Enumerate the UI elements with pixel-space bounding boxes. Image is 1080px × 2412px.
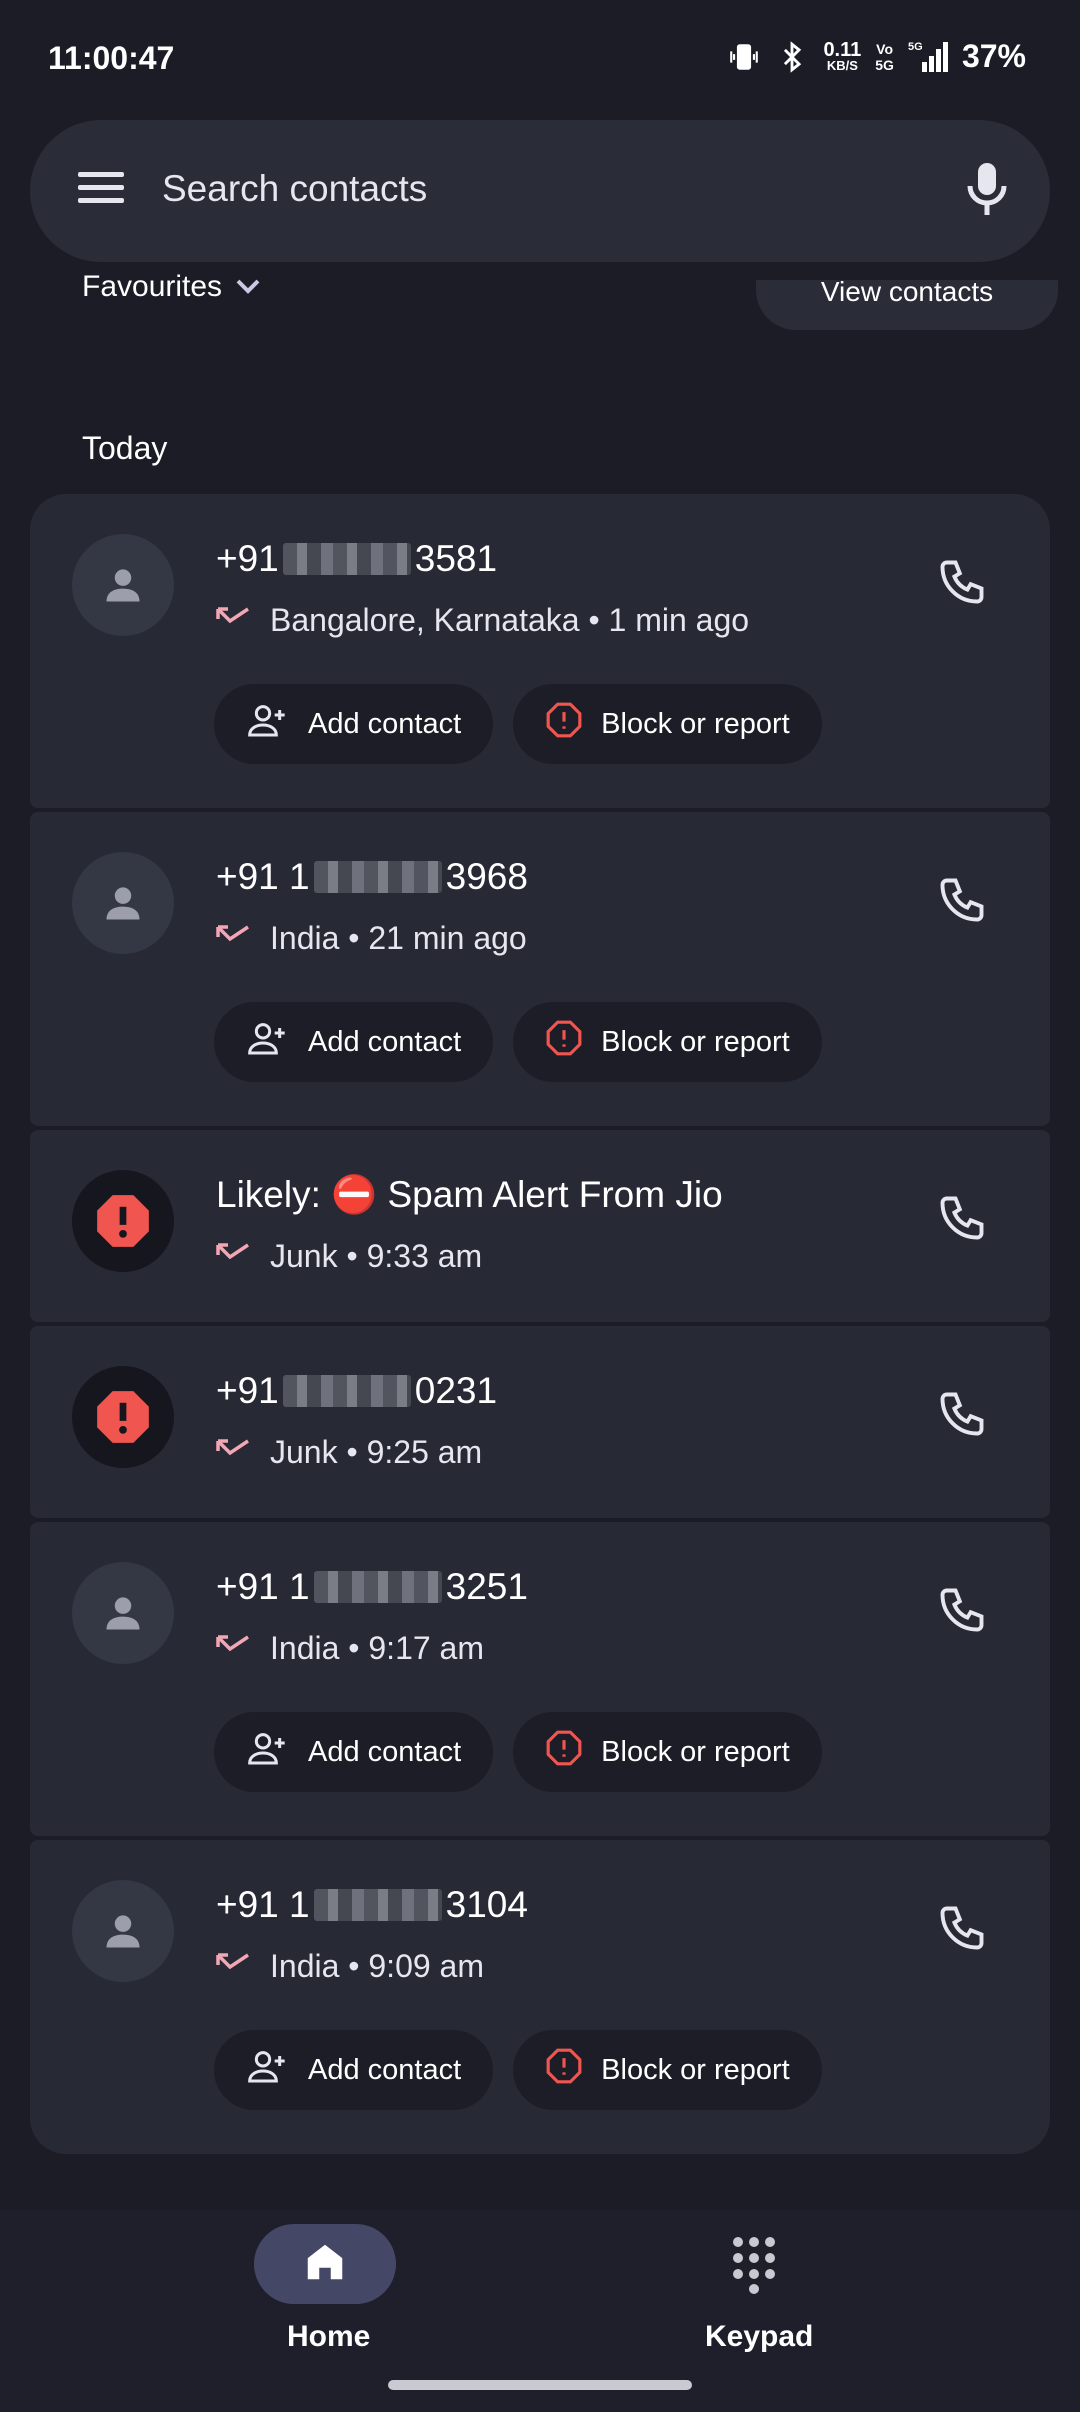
- report-octagon-icon: [545, 1019, 583, 1065]
- call-log-item[interactable]: +91 1 3104 India • 9:09 am Add contact Bl…: [30, 1840, 1050, 2154]
- spam-avatar: [72, 1170, 174, 1272]
- missed-call-icon: [216, 920, 250, 957]
- caller-number: +91 3581: [216, 538, 498, 579]
- call-phone-icon[interactable]: [936, 556, 988, 613]
- call-phone-icon[interactable]: [936, 874, 988, 931]
- call-log-item[interactable]: Likely: ⛔ Spam Alert From Jio Junk • 9:3…: [30, 1130, 1050, 1322]
- nav-home-button[interactable]: [254, 2224, 396, 2304]
- add-person-icon: [246, 1018, 290, 1066]
- report-octagon-icon: [545, 701, 583, 747]
- caller-number: +91 1 3968: [216, 856, 528, 897]
- missed-call-icon: [216, 602, 250, 639]
- add-contact-button[interactable]: Add contact: [214, 1002, 494, 1082]
- add-contact-button[interactable]: Add contact: [214, 2030, 494, 2110]
- chevron-down-icon: [234, 270, 262, 304]
- avatar: [72, 534, 174, 636]
- keypad-icon[interactable]: [730, 2234, 778, 2299]
- redacted-digits: [282, 543, 411, 575]
- redacted-digits: [313, 1571, 442, 1603]
- call-phone-icon[interactable]: [936, 1584, 988, 1641]
- signal-icon: 5G: [908, 40, 948, 74]
- svg-text:5G: 5G: [908, 41, 923, 53]
- call-details: India • 9:09 am: [216, 1948, 484, 1985]
- missed-call-icon: [216, 1434, 250, 1471]
- net-speed: 0.11 KB/S: [823, 39, 862, 73]
- report-octagon-icon: [545, 2047, 583, 2093]
- nav-home-label[interactable]: Home: [287, 2320, 370, 2354]
- block-report-button[interactable]: Block or report: [513, 2030, 822, 2110]
- caller-number: +91 1 3104: [216, 1884, 528, 1925]
- missed-call-icon: [216, 1948, 250, 1985]
- call-log-item[interactable]: +91 1 3251 India • 9:17 am Add contact Bl…: [30, 1522, 1050, 1836]
- call-log-item[interactable]: +91 1 3968 India • 21 min ago Add contact…: [30, 812, 1050, 1126]
- call-details: Junk • 9:25 am: [216, 1434, 482, 1471]
- report-octagon-icon: [545, 1729, 583, 1775]
- add-contact-button[interactable]: Add contact: [214, 1712, 494, 1792]
- status-bar: 11:00:47 0.11 KB/S Vo 5G 5G 37%: [0, 0, 1080, 120]
- status-icons: 0.11 KB/S Vo 5G 5G 37%: [727, 38, 1026, 75]
- section-title-today: Today: [82, 430, 168, 466]
- block-report-button[interactable]: Block or report: [513, 684, 822, 764]
- call-phone-icon[interactable]: [936, 1388, 988, 1445]
- menu-icon[interactable]: [78, 168, 124, 213]
- favourites-label: Favourites: [82, 270, 223, 303]
- redacted-digits: [313, 1889, 442, 1921]
- gesture-home-bar[interactable]: [388, 2380, 692, 2390]
- search-input[interactable]: Search contacts: [162, 168, 427, 210]
- call-details: Bangalore, Karnataka • 1 min ago: [216, 602, 749, 639]
- call-log-item[interactable]: +91 3581 Bangalore, Karnataka • 1 min ago…: [30, 494, 1050, 808]
- call-phone-icon[interactable]: [936, 1902, 988, 1959]
- battery-level: 37%: [961, 38, 1026, 74]
- call-details: India • 9:17 am: [216, 1630, 484, 1667]
- add-contact-button[interactable]: Add contact: [214, 684, 494, 764]
- add-person-icon: [246, 1728, 290, 1776]
- microphone-icon[interactable]: [966, 160, 1008, 223]
- vibrate-icon: [727, 40, 761, 74]
- avatar: [72, 1880, 174, 1982]
- missed-call-icon: [216, 1238, 250, 1275]
- favourites-toggle[interactable]: Favourites: [82, 270, 262, 304]
- avatar: [72, 1562, 174, 1664]
- add-person-icon: [246, 2046, 290, 2094]
- bluetooth-icon: [775, 40, 809, 74]
- missed-call-icon: [216, 1630, 250, 1667]
- search-bar[interactable]: Search contacts: [30, 120, 1050, 262]
- redacted-digits: [282, 1375, 411, 1407]
- nav-keypad-label[interactable]: Keypad: [705, 2320, 813, 2354]
- status-time: 11:00:47: [48, 40, 175, 76]
- call-phone-icon[interactable]: [936, 1192, 988, 1249]
- spam-avatar: [72, 1366, 174, 1468]
- redacted-digits: [313, 861, 442, 893]
- block-report-button[interactable]: Block or report: [513, 1712, 822, 1792]
- caller-name: Likely: ⛔ Spam Alert From Jio: [216, 1174, 723, 1215]
- caller-number: +91 0231: [216, 1370, 498, 1411]
- call-log-item[interactable]: +91 0231 Junk • 9:25 am: [30, 1326, 1050, 1518]
- caller-number: +91 1 3251: [216, 1566, 528, 1607]
- view-contacts-button[interactable]: View contacts: [756, 278, 1058, 330]
- block-report-button[interactable]: Block or report: [513, 1002, 822, 1082]
- volte-indicator: Vo 5G: [875, 40, 894, 73]
- avatar: [72, 852, 174, 954]
- add-person-icon: [246, 700, 290, 748]
- call-details: India • 21 min ago: [216, 920, 527, 957]
- home-icon: [302, 2239, 348, 2290]
- call-details: Junk • 9:33 am: [216, 1238, 482, 1275]
